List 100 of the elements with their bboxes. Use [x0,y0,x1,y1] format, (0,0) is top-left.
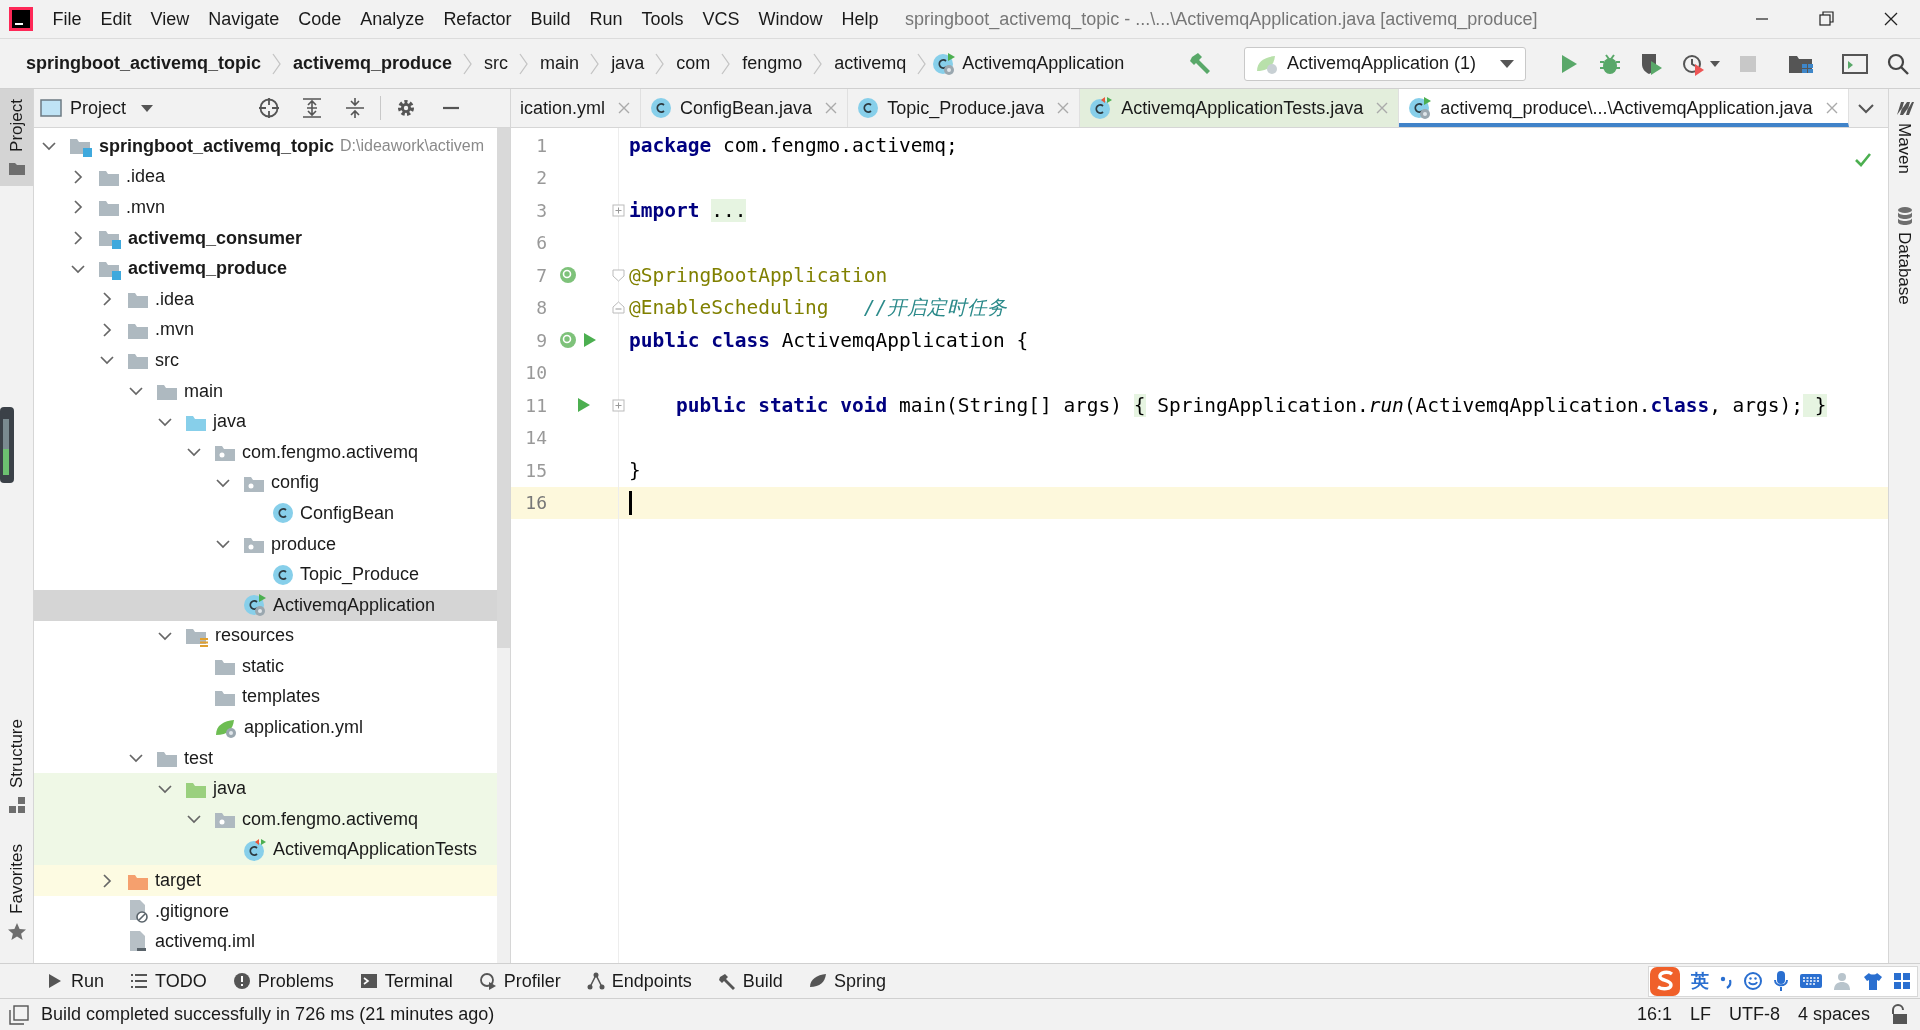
tree-row[interactable]: test [34,742,497,774]
tree-row[interactable]: .idea [34,161,497,193]
menu-item[interactable]: Code [288,5,351,33]
editor-tab[interactable]: ConfigBean.java [641,89,849,127]
line-number: 6 [535,231,547,256]
status-item[interactable]: 16:1 [1636,1001,1672,1028]
tree-row[interactable]: static [34,651,497,682]
editor-tab[interactable]: ication.yml [511,89,642,127]
tree-row[interactable]: .mvn [34,192,497,223]
fold-marker-icon[interactable] [612,203,625,217]
status-item[interactable]: 4 spaces [1797,1001,1870,1028]
breadcrumb-item[interactable]: main [534,50,586,77]
breadcrumb-item[interactable]: fengmo [736,50,809,77]
breadcrumb-item[interactable]: com [670,50,717,77]
tool-window-button[interactable]: TODO [130,967,207,995]
breadcrumb-item[interactable]: src [478,50,515,77]
tree-row[interactable]: java [34,406,497,437]
tree-row[interactable]: produce [34,528,497,560]
tree-row[interactable]: ActivemqApplicationTests [34,834,497,866]
status-item[interactable]: UTF-8 [1728,1001,1780,1028]
tool-window-tab[interactable]: Project [0,89,33,186]
menu-item[interactable]: Navigate [198,5,289,33]
tool-window-button[interactable]: Run [46,967,105,995]
tree-row[interactable]: resources [34,620,497,652]
collapse-all-icon[interactable] [344,97,367,119]
expand-all-icon[interactable] [301,97,324,119]
search-icon[interactable] [1886,51,1910,76]
tree-row[interactable]: .mvn [34,314,497,346]
tool-window-button[interactable]: Endpoints [586,967,692,995]
menu-item[interactable]: Analyze [350,5,434,33]
tree-row[interactable]: .idea [34,283,497,315]
breadcrumb-item[interactable]: ActivemqApplication [956,50,1131,77]
tree-row[interactable]: activemq_consumer [34,222,497,254]
tree-row[interactable]: activemq.iml [34,926,497,958]
tree-row[interactable]: templates [34,681,497,713]
meter-widget-icon [0,407,14,483]
menu-item[interactable]: VCS [693,5,749,33]
tree-row[interactable]: Topic_Produce [34,559,497,590]
tree-row[interactable]: springboot_activemq_topic D:\ideawork\activem [34,131,497,162]
panel-toggle-icon[interactable] [9,1004,29,1025]
fold-marker-icon[interactable] [612,301,625,315]
tool-window-tab[interactable]: Structure [0,709,33,824]
ime-toolbar[interactable]: 英 [1648,965,1918,997]
tool-window-button[interactable]: Build [717,967,783,995]
tree-row[interactable]: ConfigBean [34,498,497,529]
tree-row[interactable]: com.fengmo.activemq [34,436,497,468]
editor-tab[interactable]: activemq_produce\...\ActivemqApplication.java [1399,89,1849,127]
menu-item[interactable]: Refactor [433,5,521,33]
star-icon [6,921,27,942]
line-number: 1 [535,133,547,158]
menu-item[interactable]: Window [749,5,833,33]
coverage-icon[interactable] [1640,51,1664,76]
tree-row[interactable]: config [34,467,497,499]
menu-item[interactable]: Edit [91,5,142,33]
grid-icon[interactable] [1893,972,1911,990]
class-icon [932,51,957,76]
scrollbar[interactable] [497,128,510,963]
input-mode-label[interactable]: 英 [1691,967,1709,995]
tool-window-tab[interactable]: Maven [1891,99,1918,175]
fold-marker-icon[interactable] [612,268,625,282]
run-icon[interactable] [577,397,591,414]
tool-window-button[interactable]: Terminal [359,967,453,995]
status-item[interactable]: LF [1689,1001,1711,1028]
smile-icon[interactable] [1743,971,1763,991]
tree-row[interactable]: main [34,375,497,407]
run-config-dropdown[interactable]: ActivemqApplication (1) [1244,46,1526,81]
menu-item[interactable]: Run [579,5,632,33]
shirt-icon[interactable] [1863,971,1883,991]
fold-marker-icon[interactable] [612,398,625,412]
run-icon[interactable] [583,332,597,349]
breadcrumb-item[interactable]: activemq_produce [287,50,459,77]
tree-row[interactable]: .gitignore [34,895,497,927]
tool-window-button[interactable]: Problems [232,967,334,995]
menu-item[interactable]: Build [520,5,580,33]
tree-row[interactable]: activemq_produce [34,253,497,284]
terminal-window-icon[interactable] [1842,52,1868,75]
editor-tab[interactable]: ActivemqApplicationTests.java [1080,89,1400,127]
tree-row[interactable]: java [34,773,497,805]
tree-row[interactable]: application.yml [34,712,497,743]
breadcrumb-item[interactable]: java [605,50,651,77]
tree-row[interactable]: ActivemqApplication [34,589,497,621]
microphone-icon[interactable] [1773,970,1789,992]
editor-tab[interactable]: Topic_Produce.java [848,89,1081,127]
menu-item[interactable]: File [43,5,91,33]
menu-item[interactable]: Tools [631,5,693,33]
menu-item[interactable]: View [141,5,199,33]
item-label: .idea [155,287,195,311]
tool-window-tab[interactable]: Favorites [0,834,33,952]
tool-window-button[interactable]: Profiler [478,967,561,995]
tree-row[interactable]: com.fengmo.activemq [34,804,497,835]
keyboard-icon[interactable] [1799,972,1823,990]
breadcrumb-item[interactable]: activemq [828,50,913,77]
tree-row[interactable]: src [34,345,497,376]
tool-window-tab[interactable]: Database [1891,206,1918,305]
tree-row[interactable]: target [34,865,497,896]
menu-item[interactable]: Help [832,5,889,33]
project-view-dropdown[interactable]: Project [70,94,155,122]
breadcrumb-item[interactable]: springboot_activemq_topic [20,50,268,77]
tool-window-button[interactable]: Spring [808,967,886,995]
locate-icon[interactable] [258,97,281,119]
